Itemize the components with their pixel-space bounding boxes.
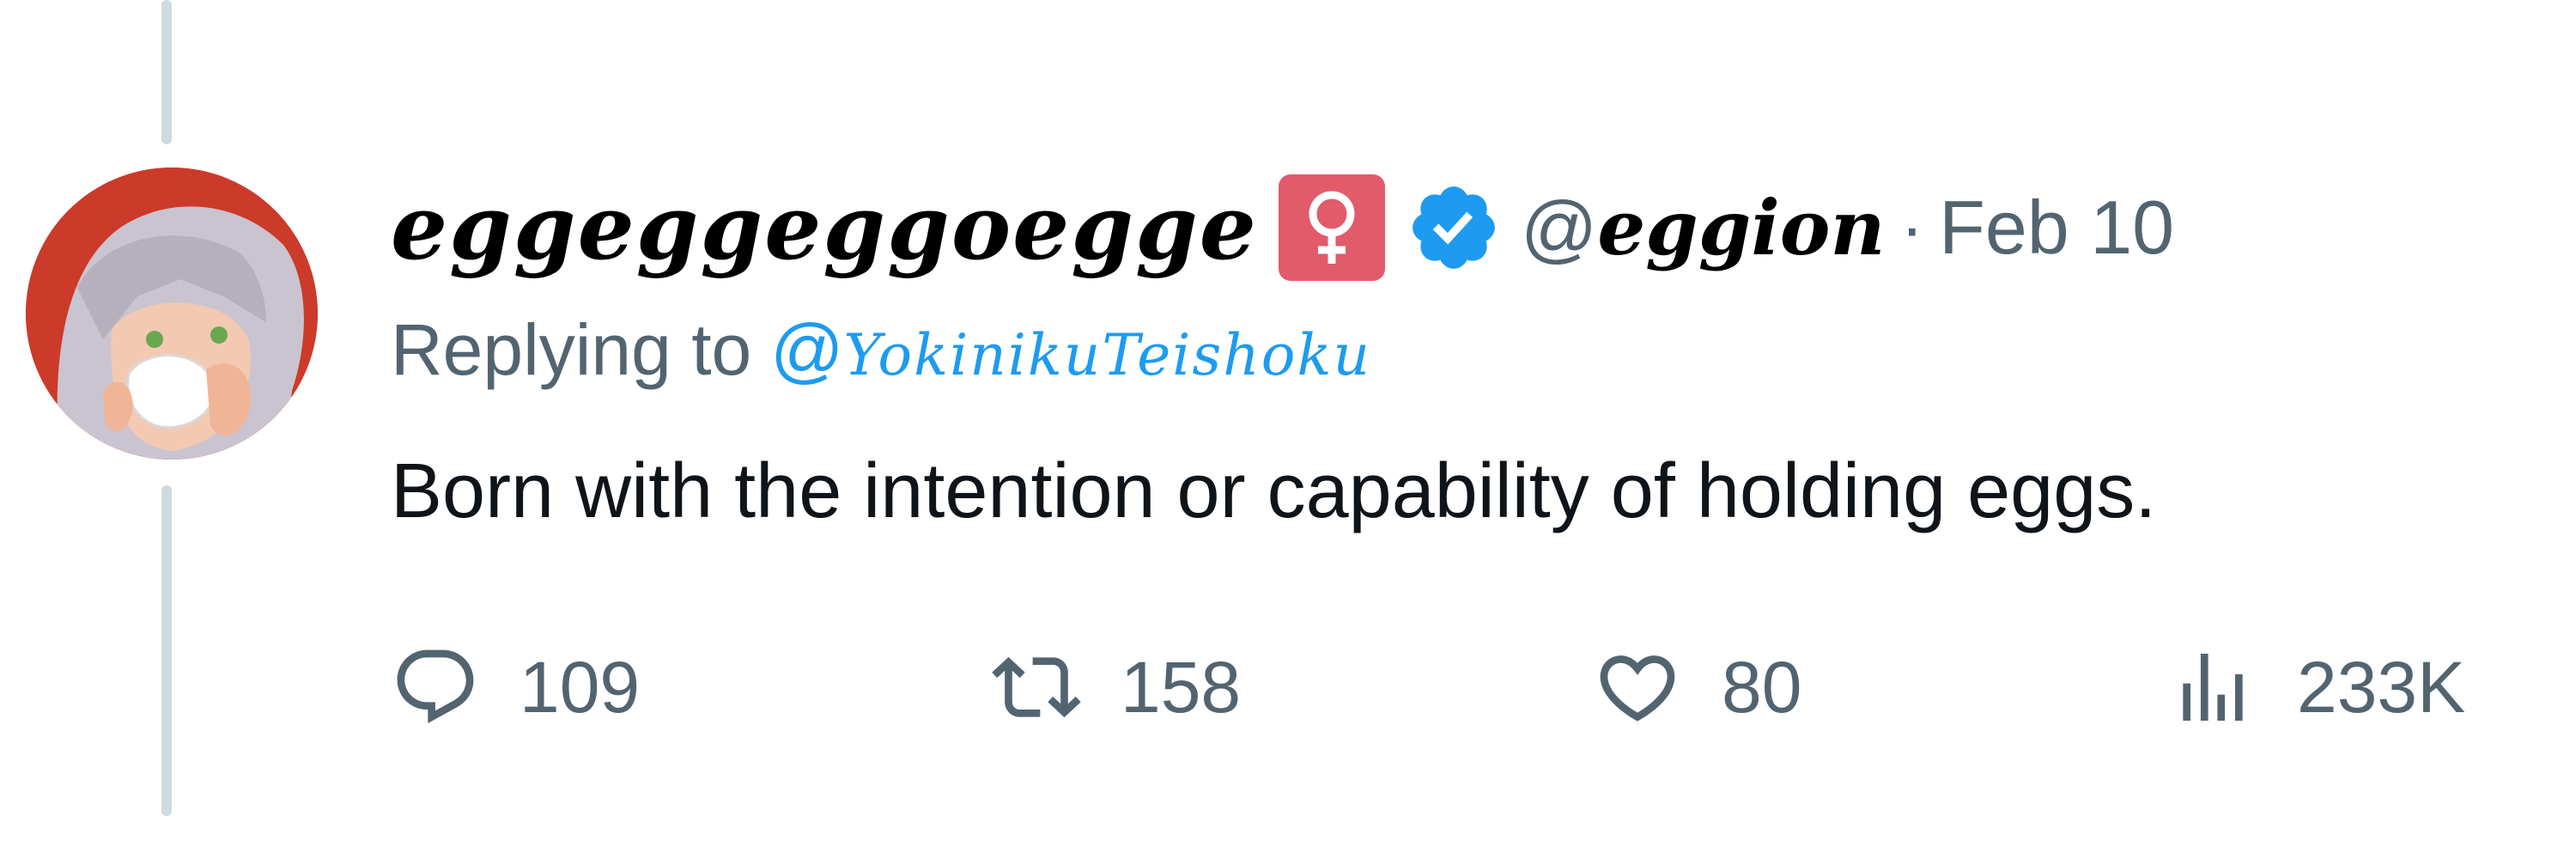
tweet-text: Born with the intention or capability of…	[391, 448, 2157, 534]
previous-tweet-actions	[378, 0, 2524, 17]
views-count: 233K	[2297, 647, 2466, 728]
display-name[interactable]: eggeggeggoegge	[391, 183, 1258, 272]
reply-button[interactable]: 109	[391, 640, 640, 734]
reply-count: 109	[519, 647, 641, 728]
avatar[interactable]	[26, 168, 318, 460]
user-handle[interactable]: @eggion	[1521, 190, 1886, 266]
reply-icon	[397, 649, 474, 724]
thread-line-bottom	[161, 485, 172, 816]
views-icon	[2183, 654, 2243, 721]
retweet-button[interactable]: 158	[992, 640, 1241, 734]
female-sign-icon	[1278, 174, 1385, 281]
replying-to-line: Replying to @YokinikuTeishoku	[391, 314, 1371, 386]
retweet-icon	[992, 656, 1081, 718]
handle-name: eggion	[1597, 182, 1886, 272]
tweet-header: eggeggeggoegge @eggion · Feb 10	[391, 163, 2174, 292]
like-count: 80	[1722, 647, 1802, 728]
thread-line-top	[161, 0, 172, 144]
separator-dot: ·	[1900, 189, 1924, 265]
like-button[interactable]: 80	[1593, 640, 1801, 734]
handle-at-sign: @	[1520, 185, 1598, 271]
heart-icon	[1600, 655, 1675, 722]
mention-name: YokinikuTeishoku	[843, 322, 1371, 388]
reply-mention-link[interactable]: @YokinikuTeishoku	[770, 314, 1371, 386]
tweet-actions: 109 158 80 233K	[391, 640, 2537, 734]
tweet-date[interactable]: Feb 10	[1939, 184, 2174, 271]
avatar-illustration	[26, 168, 318, 460]
verified-badge-icon[interactable]	[1406, 180, 1502, 276]
mention-at-sign: @	[770, 309, 844, 390]
views-button[interactable]: 233K	[2168, 640, 2465, 734]
replying-to-label: Replying to	[391, 309, 752, 390]
retweet-count: 158	[1121, 647, 1242, 728]
